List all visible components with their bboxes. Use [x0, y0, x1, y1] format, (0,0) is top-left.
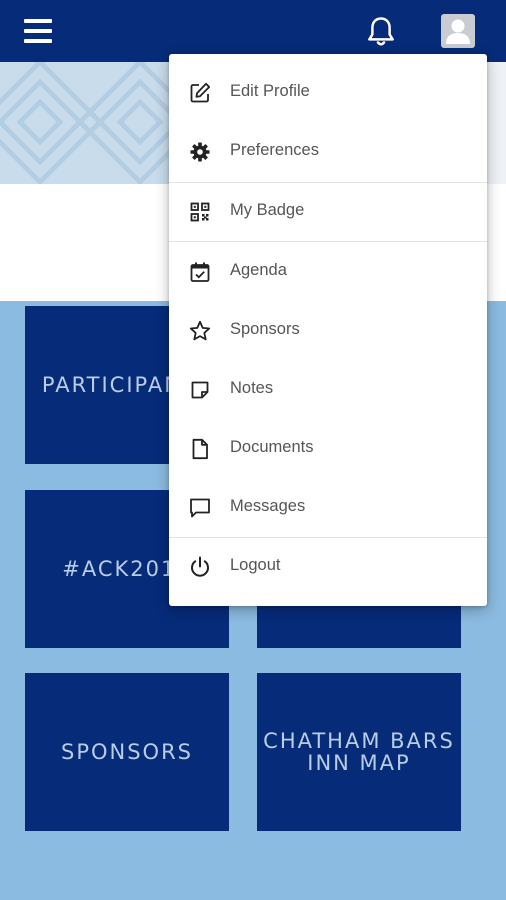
gear-icon [190, 142, 210, 162]
agenda-label: Agenda [230, 261, 287, 279]
star-icon [189, 320, 211, 341]
hamburger-menu-icon[interactable] [24, 19, 52, 43]
messages-label: Messages [230, 497, 306, 515]
calendar-check-icon [190, 262, 210, 282]
document-icon [192, 438, 208, 460]
bell-icon[interactable] [366, 16, 396, 48]
documents-label: Documents [230, 438, 314, 456]
profile-dropdown-menu: Edit Profile Preferences My Badge Agenda… [169, 54, 487, 606]
logout-label: Logout [230, 556, 281, 574]
menu-divider [169, 241, 487, 242]
sponsors-label: Sponsors [230, 320, 300, 338]
menu-item-preferences[interactable]: Preferences [169, 126, 487, 178]
power-icon [191, 556, 209, 577]
menu-item-edit-profile[interactable]: Edit Profile [169, 67, 487, 119]
menu-item-notes[interactable]: Notes [169, 364, 487, 416]
map-tile[interactable]: CHATHAM BARS INN MAP [257, 673, 461, 831]
banner-pattern [0, 62, 190, 184]
menu-item-agenda[interactable]: Agenda [169, 246, 487, 298]
menu-item-messages[interactable]: Messages [169, 482, 487, 534]
menu-divider [169, 537, 487, 538]
sponsors-tile-label: SPONSORS [60, 740, 193, 764]
app-bar [0, 0, 506, 62]
preferences-label: Preferences [230, 141, 319, 159]
edit-profile-label: Edit Profile [230, 82, 310, 100]
menu-item-documents[interactable]: Documents [169, 423, 487, 475]
menu-item-my-badge[interactable]: My Badge [169, 186, 487, 238]
qr-code-icon [190, 202, 210, 222]
sponsors-tile[interactable]: SPONSORS [25, 673, 229, 831]
menu-item-logout[interactable]: Logout [169, 541, 487, 593]
message-icon [190, 498, 210, 518]
notes-label: Notes [230, 379, 274, 397]
avatar-icon[interactable] [441, 14, 475, 48]
map-tile-label: CHATHAM BARS INN MAP [263, 729, 455, 775]
note-icon [191, 381, 209, 399]
my-badge-label: My Badge [230, 201, 305, 219]
edit-icon [190, 82, 211, 103]
menu-divider [169, 182, 487, 183]
menu-item-sponsors[interactable]: Sponsors [169, 305, 487, 357]
